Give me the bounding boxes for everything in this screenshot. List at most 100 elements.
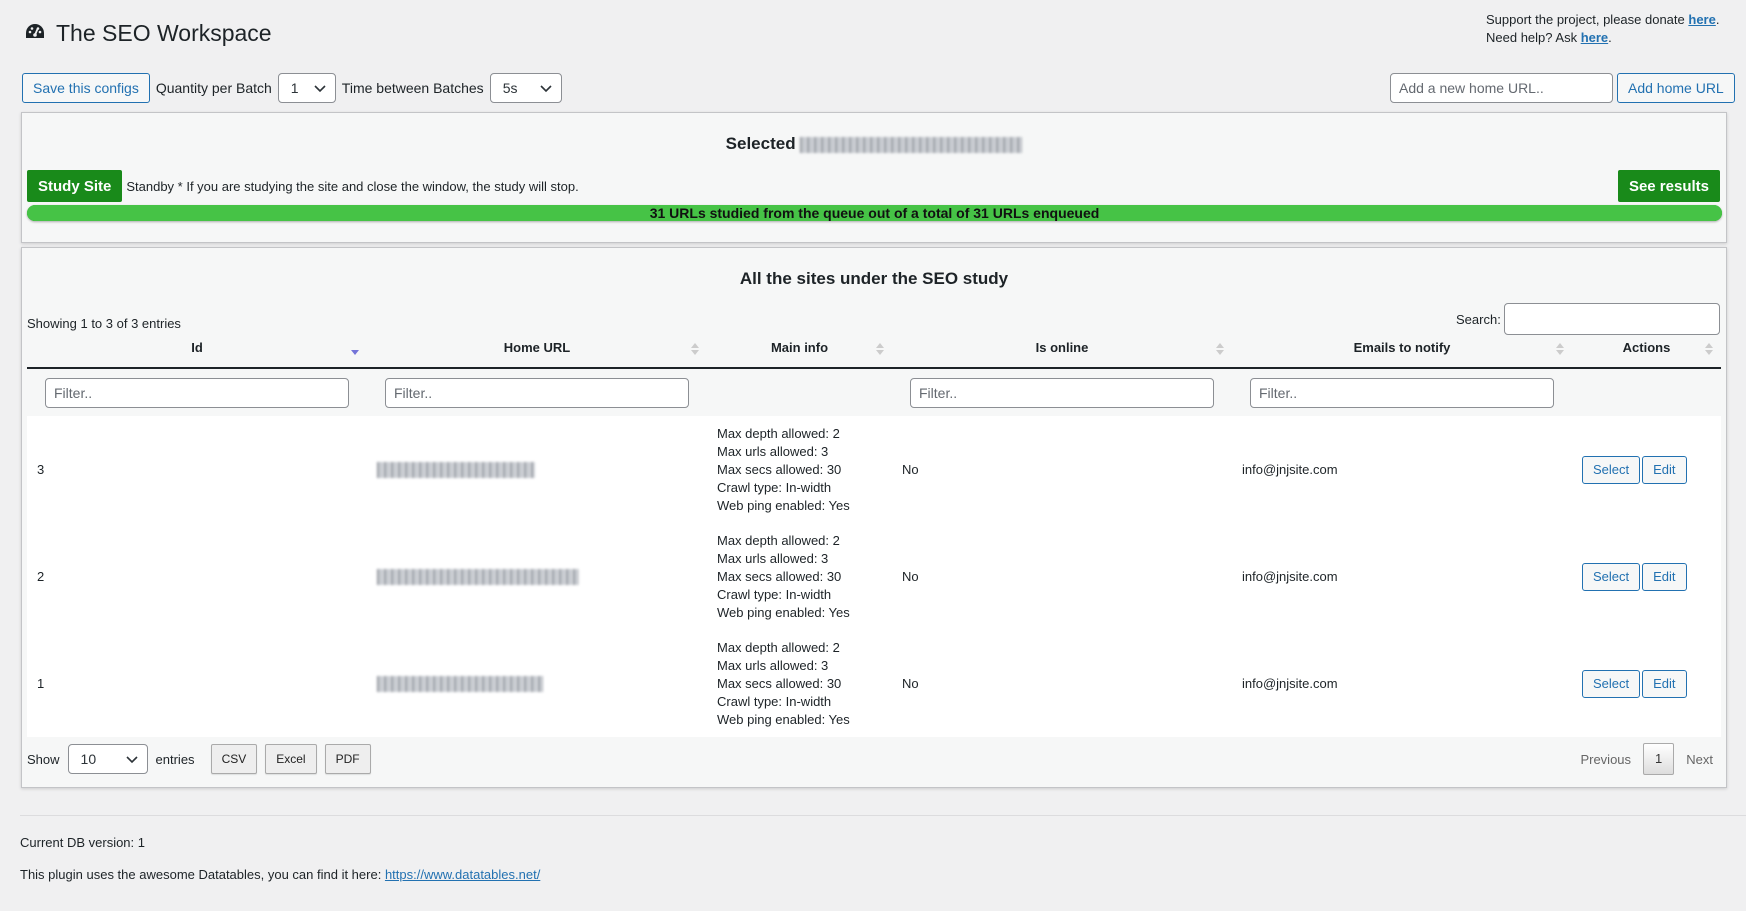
- page-title: The SEO Workspace: [56, 20, 272, 46]
- add-home-url-button[interactable]: Add home URL: [1617, 73, 1735, 103]
- table-footer: Show 10 entries CSV Excel PDF Previous 1…: [27, 743, 1721, 775]
- column-header-label: Is online: [1035, 340, 1089, 355]
- filter-home-url-input[interactable]: [385, 377, 689, 408]
- cell-is-online: No: [902, 462, 919, 477]
- previous-page-button[interactable]: Previous: [1580, 752, 1631, 767]
- main-info-line: Crawl type: In-width: [717, 479, 832, 495]
- help-text: Need help? Ask: [1486, 30, 1581, 45]
- save-configs-button[interactable]: Save this configs: [22, 73, 150, 103]
- sort-icon: [876, 343, 884, 355]
- main-info-line: Max depth allowed: 2: [717, 425, 840, 441]
- cell-is-online: No: [902, 676, 919, 691]
- filter-is-online-input[interactable]: [910, 377, 1214, 408]
- main-info-line: Crawl type: In-width: [717, 586, 832, 602]
- column-header-actions[interactable]: Actions: [1572, 328, 1721, 369]
- selected-site-heading: Selected: [22, 134, 1726, 154]
- study-controls: Study Site Standby * If you are studying…: [27, 170, 1720, 202]
- column-header-label: Actions: [1622, 340, 1671, 355]
- table-row: 2 Max depth allowed: 2 Max urls allowed:…: [27, 523, 1721, 630]
- sort-icon: [1556, 343, 1564, 355]
- add-home-url-group: Add home URL: [1390, 73, 1735, 103]
- column-header-label: Emails to notify: [1353, 340, 1451, 355]
- filter-row: [27, 368, 1721, 416]
- quantity-per-batch-select[interactable]: 1: [277, 73, 336, 103]
- home-url-redacted: [377, 675, 543, 692]
- select-button[interactable]: Select: [1582, 455, 1641, 484]
- see-results-button[interactable]: See results: [1617, 170, 1720, 202]
- page-length-value: 10: [80, 751, 97, 767]
- chevron-down-icon: [314, 85, 326, 93]
- time-between-batches-select[interactable]: 5s: [489, 73, 562, 103]
- column-header-emails[interactable]: Emails to notify: [1232, 328, 1572, 369]
- selected-url-redacted: [800, 136, 1023, 153]
- edit-button[interactable]: Edit: [1642, 455, 1687, 484]
- divider: [20, 815, 1746, 816]
- cell-email: info@jnjsite.com: [1242, 462, 1338, 477]
- export-pdf-button[interactable]: PDF: [324, 744, 371, 774]
- main-info-line: Max secs allowed: 30: [717, 675, 842, 691]
- column-header-label: Home URL: [503, 340, 571, 355]
- sites-table: Id Home URL Main info Is online Emails t…: [27, 328, 1721, 737]
- cell-main-info: Max depth allowed: 2 Max urls allowed: 3…: [707, 416, 892, 523]
- column-header-main-info[interactable]: Main info: [707, 328, 892, 369]
- edit-button[interactable]: Edit: [1642, 669, 1687, 698]
- filter-id-input[interactable]: [45, 377, 349, 408]
- main-info-line: Max urls allowed: 3: [717, 443, 829, 459]
- cell-is-online: No: [902, 569, 919, 584]
- help-link[interactable]: here: [1581, 30, 1608, 45]
- quantity-per-batch-label: Quantity per Batch: [155, 80, 272, 96]
- selected-label: Selected: [725, 134, 796, 153]
- sort-icon: [1705, 343, 1713, 355]
- cell-home-url: [367, 630, 707, 737]
- sort-icon: [1216, 343, 1224, 355]
- cell-actions: Select Edit: [1572, 416, 1721, 523]
- column-header-is-online[interactable]: Is online: [892, 328, 1232, 369]
- main-info-line: Max depth allowed: 2: [717, 532, 840, 548]
- export-excel-button[interactable]: Excel: [265, 744, 317, 774]
- current-page-button[interactable]: 1: [1643, 743, 1675, 775]
- table-row: 1 Max depth allowed: 2 Max urls allowed:…: [27, 630, 1721, 737]
- cell-email: info@jnjsite.com: [1242, 569, 1338, 584]
- home-url-redacted: [377, 568, 579, 585]
- select-button[interactable]: Select: [1582, 562, 1641, 591]
- filter-emails-input[interactable]: [1250, 377, 1554, 408]
- main-info-line: Max urls allowed: 3: [717, 550, 829, 566]
- next-page-button[interactable]: Next: [1686, 752, 1713, 767]
- table-row: 3 Max depth allowed: 2 Max urls allowed:…: [27, 416, 1721, 523]
- edit-button[interactable]: Edit: [1642, 562, 1687, 591]
- export-csv-button[interactable]: CSV: [210, 744, 258, 774]
- page-length-select[interactable]: 10: [67, 744, 148, 774]
- cell-actions: Select Edit: [1572, 630, 1721, 737]
- column-header-id[interactable]: Id: [27, 328, 367, 369]
- cell-id: 2: [37, 569, 45, 584]
- home-url-input[interactable]: [1390, 73, 1613, 103]
- cell-home-url: [367, 416, 707, 523]
- time-between-batches-label: Time between Batches: [341, 80, 484, 96]
- page-header: The SEO Workspace: [24, 20, 272, 47]
- db-version-text: Current DB version: 1: [20, 835, 145, 850]
- chevron-down-icon: [125, 756, 138, 764]
- datatables-link[interactable]: https://www.datatables.net/: [385, 867, 540, 882]
- study-progress-bar: 31 URLs studied from the queue out of a …: [27, 205, 1722, 221]
- column-header-label: Main info: [770, 340, 829, 355]
- donate-link[interactable]: here: [1688, 12, 1715, 27]
- support-text: Support the project, please donate: [1486, 12, 1689, 27]
- main-info-line: Max urls allowed: 3: [717, 657, 829, 673]
- cell-main-info: Max depth allowed: 2 Max urls allowed: 3…: [707, 523, 892, 630]
- cell-main-info: Max depth allowed: 2 Max urls allowed: 3…: [707, 630, 892, 737]
- select-button[interactable]: Select: [1582, 669, 1641, 698]
- main-info-line: Crawl type: In-width: [717, 693, 832, 709]
- dashboard-icon: [24, 22, 46, 45]
- study-panel: Selected Study Site Standby * If you are…: [21, 112, 1727, 243]
- quantity-per-batch-value: 1: [290, 80, 299, 96]
- entries-label: entries: [155, 751, 195, 767]
- support-notice: Support the project, please donate here.…: [1486, 12, 1720, 45]
- study-site-button[interactable]: Study Site: [27, 170, 123, 202]
- cell-id: 3: [37, 462, 45, 477]
- show-label: Show: [27, 751, 60, 767]
- cell-id: 1: [37, 676, 45, 691]
- column-header-home-url[interactable]: Home URL: [367, 328, 707, 369]
- search-label: Search:: [1456, 311, 1501, 327]
- main-info-line: Web ping enabled: Yes: [717, 604, 850, 620]
- main-info-line: Max secs allowed: 30: [717, 461, 842, 477]
